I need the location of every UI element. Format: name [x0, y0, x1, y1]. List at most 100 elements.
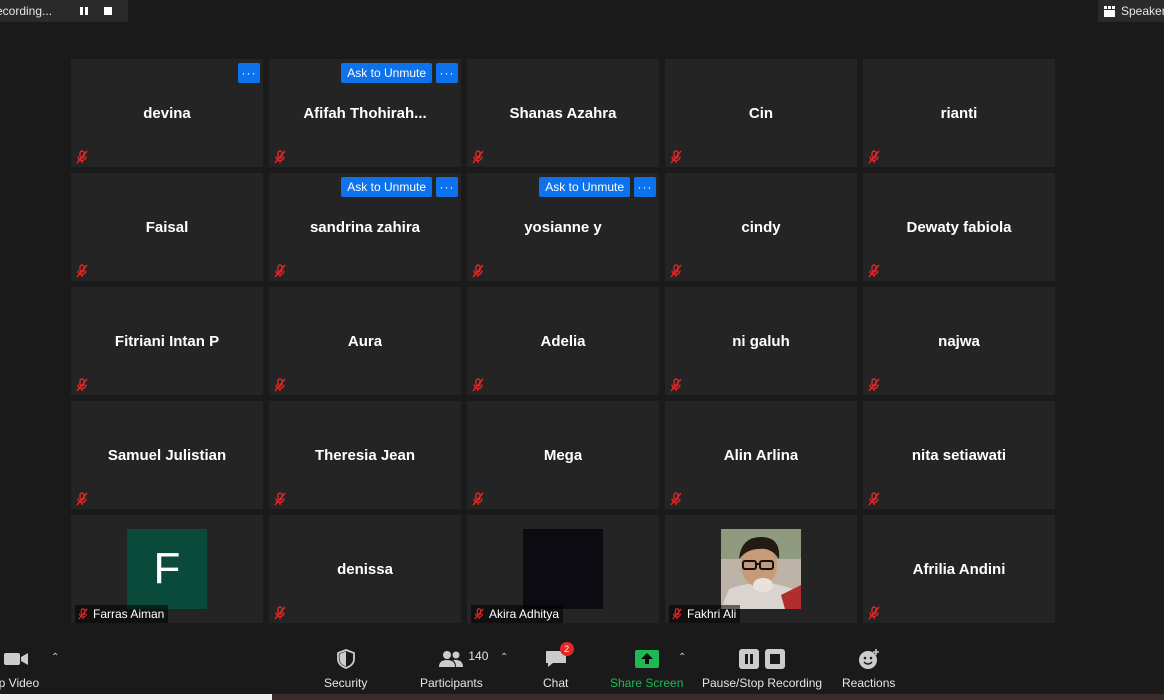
speaker-view-label: Speaker	[1121, 4, 1164, 18]
participant-name: sandrina zahira	[309, 218, 421, 236]
muted-mic-icon	[868, 264, 880, 278]
participant-tile[interactable]: ··· devina	[71, 59, 263, 167]
muted-mic-icon	[274, 264, 286, 278]
participant-tile[interactable]: Afrilia Andini	[863, 515, 1055, 623]
participant-name: najwa	[938, 332, 980, 350]
participant-tile[interactable]: Adelia	[467, 287, 659, 395]
muted-mic-icon	[670, 264, 682, 278]
muted-mic-icon	[76, 150, 88, 164]
participant-name: Afrilia Andini	[912, 560, 1006, 578]
shield-icon	[336, 646, 355, 672]
participant-tile[interactable]: Ask to Unmute ··· yosianne y	[467, 173, 659, 281]
participant-tile[interactable]: Mega	[467, 401, 659, 509]
share-screen-button[interactable]: Share Screen	[610, 646, 683, 690]
recording-controls-label: Pause/Stop Recording	[702, 676, 823, 690]
chat-label: Chat	[543, 676, 569, 690]
participant-tile[interactable]: Aura	[269, 287, 461, 395]
muted-mic-icon	[868, 606, 880, 620]
participant-name: Farras Aiman	[93, 607, 165, 621]
stop-recording-button[interactable]	[96, 0, 120, 22]
view-grid-icon	[1104, 5, 1115, 17]
muted-mic-icon	[274, 492, 286, 506]
participant-tile[interactable]: ni galuh	[665, 287, 857, 395]
participant-name: Afifah Thohirah...	[303, 104, 427, 122]
muted-mic-icon	[472, 378, 484, 392]
pause-icon	[80, 7, 88, 15]
participant-name: Shanas Azahra	[509, 104, 617, 122]
participant-tile[interactable]: Ask to Unmute ··· Afifah Thohirah...	[269, 59, 461, 167]
participant-tile[interactable]: denissa	[269, 515, 461, 623]
smiley-icon	[858, 646, 880, 672]
pause-stop-recording-button[interactable]: Pause/Stop Recording	[702, 646, 822, 690]
reactions-label: Reactions	[842, 676, 896, 690]
participant-name: Akira Adhitya	[489, 607, 560, 621]
participant-name: Aura	[347, 332, 383, 350]
participant-name: yosianne y	[524, 218, 602, 236]
profile-picture	[721, 529, 801, 609]
participant-name: devina	[143, 104, 191, 122]
participant-tile[interactable]: Shanas Azahra	[467, 59, 659, 167]
participant-tile[interactable]: Akira Adhitya	[467, 515, 659, 623]
share-screen-icon	[634, 646, 659, 672]
participant-tile[interactable]: Ask to Unmute ··· sandrina zahira	[269, 173, 461, 281]
participant-name: Cin	[748, 104, 774, 122]
muted-mic-icon	[274, 150, 286, 164]
gallery-grid: ··· devina Ask to Unmute ··· Afifah Thoh…	[71, 59, 1055, 623]
participant-name-tag: Farras Aiman	[75, 605, 169, 623]
participant-tile[interactable]: cindy	[665, 173, 857, 281]
participant-name: Alin Arlina	[723, 446, 799, 464]
video-button[interactable]: op Video	[0, 646, 39, 690]
participant-tile[interactable]: Fakhri Ali	[665, 515, 857, 623]
share-options-caret[interactable]: ⌃	[678, 652, 686, 663]
participant-tile[interactable]: Dewaty fabiola	[863, 173, 1055, 281]
participant-name: Fakhri Ali	[687, 607, 737, 621]
chat-icon: 2	[544, 642, 574, 672]
participant-name: Mega	[543, 446, 583, 464]
participant-tile[interactable]: Theresia Jean	[269, 401, 461, 509]
participant-tile[interactable]: Cin	[665, 59, 857, 167]
participant-name: nita setiawati	[911, 446, 1007, 464]
meeting-toolbar: op Video ⌃ Security 140 Participants ⌃ 2…	[0, 632, 1164, 694]
muted-mic-icon	[76, 492, 88, 506]
stop-icon	[104, 7, 112, 15]
muted-mic-icon	[78, 608, 88, 620]
taskbar-edge	[0, 694, 1164, 700]
participant-tile[interactable]: Samuel Julistian	[71, 401, 263, 509]
participants-options-caret[interactable]: ⌃	[500, 652, 508, 663]
participant-tile[interactable]: najwa	[863, 287, 1055, 395]
muted-mic-icon	[670, 492, 682, 506]
participants-icon: 140	[438, 646, 488, 672]
participant-name: Fitriani Intan P	[114, 332, 220, 350]
participant-tile[interactable]: nita setiawati	[863, 401, 1055, 509]
muted-mic-icon	[472, 492, 484, 506]
participant-name: Samuel Julistian	[107, 446, 227, 464]
speaker-view-button[interactable]: Speaker	[1098, 0, 1164, 22]
participant-name-tag: Akira Adhitya	[471, 605, 564, 623]
profile-picture	[523, 529, 603, 609]
pause-recording-button[interactable]	[72, 0, 96, 22]
muted-mic-icon	[868, 150, 880, 164]
muted-mic-icon	[274, 606, 286, 620]
participant-name-tag: Fakhri Ali	[669, 605, 741, 623]
participant-tile[interactable]: F Farras Aiman	[71, 515, 263, 623]
video-options-caret[interactable]: ⌃	[51, 652, 59, 663]
muted-mic-icon	[472, 150, 484, 164]
participant-name: ni galuh	[732, 332, 790, 350]
participant-tile[interactable]: Alin Arlina	[665, 401, 857, 509]
security-button[interactable]: Security	[324, 646, 367, 690]
reactions-button[interactable]: Reactions	[842, 646, 895, 690]
avatar-initial: F	[153, 544, 181, 593]
muted-mic-icon	[76, 264, 88, 278]
participants-button[interactable]: 140 Participants	[420, 646, 488, 690]
muted-mic-icon	[670, 150, 682, 164]
participant-tile[interactable]: Fitriani Intan P	[71, 287, 263, 395]
participant-tile[interactable]: Faisal	[71, 173, 263, 281]
participants-count: 140	[468, 649, 489, 663]
muted-mic-icon	[76, 378, 88, 392]
chat-button[interactable]: 2 Chat	[543, 642, 574, 690]
muted-mic-icon	[274, 378, 286, 392]
video-label: op Video	[0, 676, 40, 690]
participant-name: rianti	[940, 104, 978, 122]
participant-name: denissa	[337, 560, 393, 578]
participant-tile[interactable]: rianti	[863, 59, 1055, 167]
